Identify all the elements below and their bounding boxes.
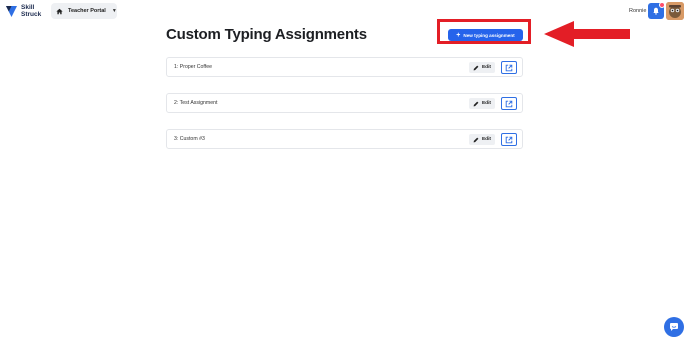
assignment-name: 1: Proper Coffee xyxy=(174,64,212,70)
edit-label: Edit xyxy=(481,101,492,106)
edit-label: Edit xyxy=(481,65,492,70)
annotation-arrow-icon xyxy=(544,21,630,47)
open-external-icon xyxy=(505,136,513,143)
plus-icon: + xyxy=(456,31,461,39)
logo-line-1: Skill xyxy=(21,4,35,11)
edit-button[interactable]: Edit xyxy=(469,134,495,145)
chat-icon xyxy=(670,323,678,331)
assignment-row-3: 3: Custom #3 Edit xyxy=(166,129,523,149)
open-external-icon xyxy=(505,64,513,71)
avatar-image xyxy=(666,2,684,20)
logo-line-2: Struck xyxy=(21,11,42,18)
home-icon xyxy=(56,8,63,14)
notification-badge xyxy=(659,2,665,8)
user-name: Ronnie xyxy=(629,8,647,14)
pencil-icon xyxy=(473,65,479,70)
edit-button[interactable]: Edit xyxy=(469,62,495,73)
open-external-button[interactable] xyxy=(501,97,517,110)
new-typing-assignment-label: New typing assignment xyxy=(463,32,515,38)
teacher-portal-label: Teacher Portal xyxy=(68,8,106,14)
pencil-icon xyxy=(473,101,479,106)
chat-button[interactable] xyxy=(664,317,684,337)
assignment-row-2: 2: Test Assignment Edit xyxy=(166,93,523,113)
new-typing-assignment-button[interactable]: + New typing assignment xyxy=(448,29,523,41)
edit-label: Edit xyxy=(481,137,492,142)
assignment-row-1: 1: Proper Coffee Edit xyxy=(166,57,523,77)
bell-icon xyxy=(653,7,659,15)
teacher-portal-dropdown[interactable]: Teacher Portal ▼ xyxy=(51,3,117,19)
open-external-button[interactable] xyxy=(501,133,517,146)
page-title: Custom Typing Assignments xyxy=(166,26,367,43)
notifications-button[interactable] xyxy=(648,2,665,19)
open-external-button[interactable] xyxy=(501,61,517,74)
skill-struck-logo-icon xyxy=(6,5,17,17)
assignment-name: 2: Test Assignment xyxy=(174,100,218,106)
avatar[interactable] xyxy=(666,2,684,20)
skill-struck-logo[interactable]: Skill Struck xyxy=(6,4,41,18)
open-external-icon xyxy=(505,100,513,107)
assignment-name: 3: Custom #3 xyxy=(174,136,205,142)
logo-text: Skill Struck xyxy=(21,4,41,18)
edit-button[interactable]: Edit xyxy=(469,98,495,109)
chevron-down-icon: ▼ xyxy=(111,8,117,14)
pencil-icon xyxy=(473,137,479,142)
